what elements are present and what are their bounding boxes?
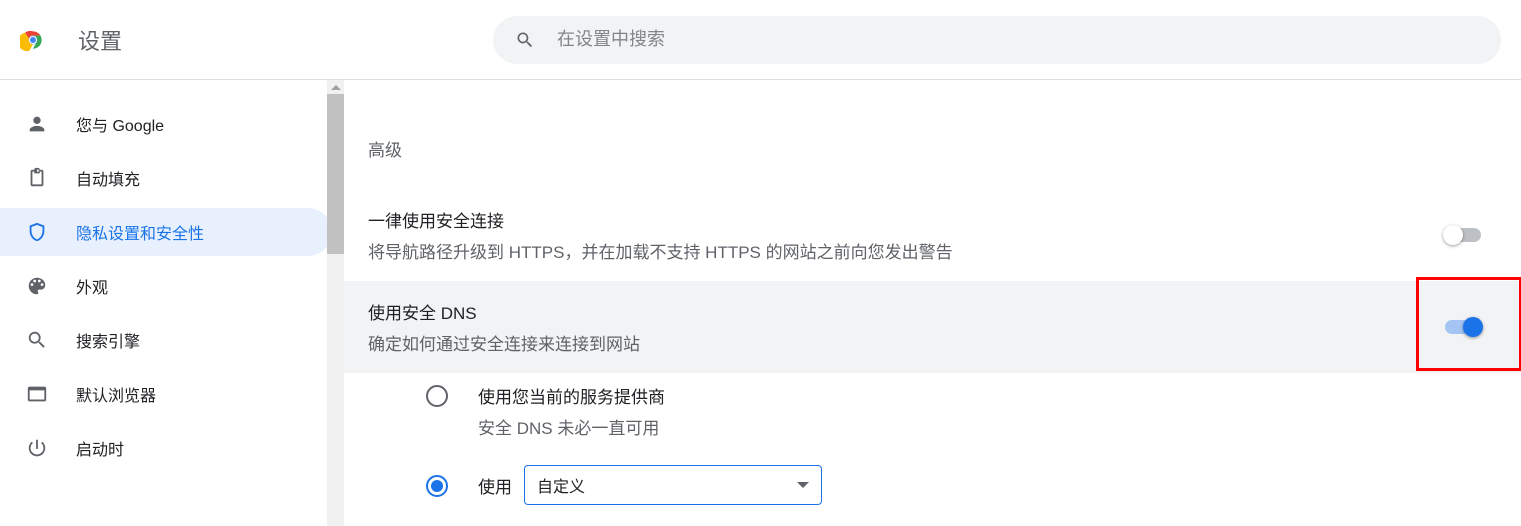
sidebar: 您与 Google 自动填充 隐私设置和安全性 外观 搜索引擎 默认浏览器 启动… [0, 80, 344, 526]
radio-icon[interactable] [426, 475, 448, 497]
scrollbar[interactable] [327, 80, 344, 526]
dns-option-custom[interactable]: 使用 自定义 [344, 449, 1521, 515]
search-icon [515, 30, 535, 50]
sidebar-item-label: 搜索引擎 [76, 328, 140, 352]
chevron-down-icon [797, 482, 809, 488]
sidebar-item-privacy-security[interactable]: 隐私设置和安全性 [0, 208, 332, 256]
person-icon [26, 113, 48, 135]
setting-desc: 将导航路径升级到 HTTPS，并在加载不支持 HTTPS 的网站之前向您发出警告 [368, 238, 1445, 263]
sidebar-item-you-and-google[interactable]: 您与 Google [0, 100, 332, 148]
radio-label: 使用您当前的服务提供商 [478, 383, 665, 408]
radio-label: 使用 [478, 473, 512, 498]
scroll-thumb[interactable] [327, 94, 344, 254]
dns-option-current-provider[interactable]: 使用您当前的服务提供商 安全 DNS 未必一直可用 [344, 373, 1521, 449]
power-icon [26, 437, 48, 459]
sidebar-item-label: 您与 Google [76, 112, 164, 136]
setting-secure-dns[interactable]: 使用安全 DNS 确定如何通过安全连接来连接到网站 [344, 281, 1521, 373]
sidebar-item-label: 隐私设置和安全性 [76, 220, 204, 244]
shield-icon [26, 221, 48, 243]
sidebar-item-label: 默认浏览器 [76, 382, 156, 406]
setting-title: 一律使用安全连接 [368, 207, 1445, 232]
chrome-logo-icon [20, 27, 46, 53]
main-content: 高级 一律使用安全连接 将导航路径升级到 HTTPS，并在加载不支持 HTTPS… [344, 80, 1521, 526]
sidebar-item-on-startup[interactable]: 启动时 [0, 424, 332, 472]
sidebar-item-label: 自动填充 [76, 166, 140, 190]
dns-provider-select[interactable]: 自定义 [524, 465, 822, 505]
header: 设置 [0, 0, 1521, 80]
setting-always-https[interactable]: 一律使用安全连接 将导航路径升级到 HTTPS，并在加载不支持 HTTPS 的网… [344, 189, 1521, 281]
palette-icon [26, 275, 48, 297]
sidebar-item-search-engine[interactable]: 搜索引擎 [0, 316, 332, 364]
sidebar-item-appearance[interactable]: 外观 [0, 262, 332, 310]
toggle-secure-dns[interactable] [1445, 320, 1481, 334]
section-heading: 高级 [368, 136, 1521, 161]
toggle-always-https[interactable] [1445, 228, 1481, 242]
setting-desc: 确定如何通过安全连接来连接到网站 [368, 330, 1445, 355]
sidebar-item-autofill[interactable]: 自动填充 [0, 154, 332, 202]
radio-sublabel: 安全 DNS 未必一直可用 [478, 414, 1497, 439]
scroll-up-icon[interactable] [331, 85, 341, 90]
search-icon [26, 329, 48, 351]
clipboard-icon [26, 167, 48, 189]
sidebar-item-label: 外观 [76, 274, 108, 298]
search-bar[interactable] [493, 16, 1501, 64]
setting-title: 使用安全 DNS [368, 299, 1445, 324]
radio-icon[interactable] [426, 385, 448, 407]
sidebar-item-label: 启动时 [76, 436, 124, 460]
sidebar-item-default-browser[interactable]: 默认浏览器 [0, 370, 332, 418]
browser-icon [26, 383, 48, 405]
page-title: 设置 [78, 24, 122, 56]
search-input[interactable] [557, 29, 1479, 50]
select-value: 自定义 [537, 473, 585, 497]
